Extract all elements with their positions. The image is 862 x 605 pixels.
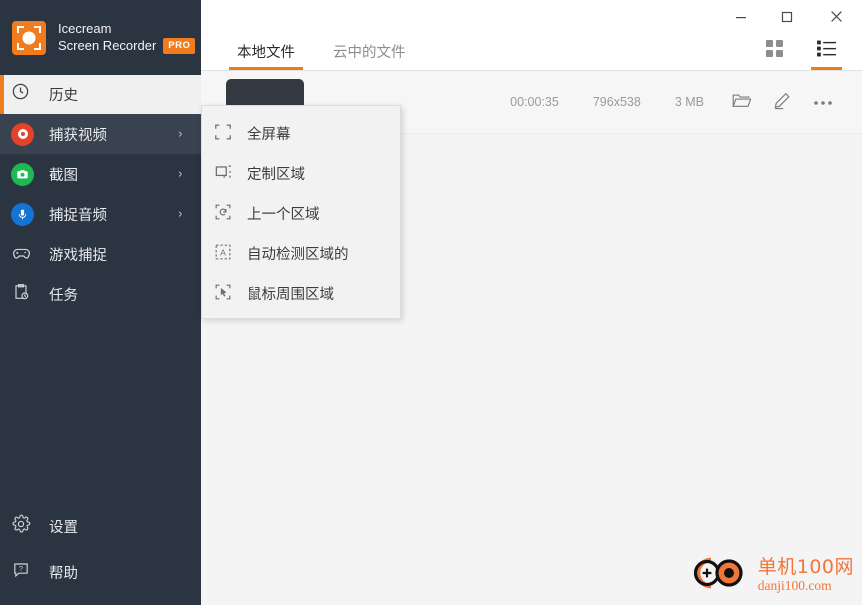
chevron-right-icon: ›: [177, 206, 183, 222]
app-logo-icon: [12, 20, 46, 55]
menu-item-label: 上一个区域: [247, 206, 320, 223]
list-view-button[interactable]: [811, 32, 842, 70]
folder-icon: [732, 92, 752, 112]
sidebar-item-label: 设置: [49, 519, 78, 536]
sidebar: Icecream Screen Recorder PRO 历史 捕获视频 › 截…: [0, 0, 201, 605]
tab-label: 本地文件: [237, 44, 295, 61]
app-window: Icecream Screen Recorder PRO 历史 捕获视频 › 截…: [0, 0, 862, 605]
file-metadata: 00:00:35 796x538 3 MB: [493, 92, 844, 113]
sidebar-item-label: 游戏捕捉: [49, 247, 107, 264]
chevron-right-icon: ›: [177, 126, 183, 142]
minimize-button[interactable]: [718, 0, 764, 33]
menu-item-custom-area[interactable]: 定制区域: [202, 153, 400, 193]
more-dots-icon: [813, 95, 833, 109]
auto-detect-area-icon: A: [214, 243, 234, 263]
tab-cloud-files[interactable]: 云中的文件: [319, 32, 420, 70]
sidebar-item-help[interactable]: ? 帮助: [0, 549, 201, 595]
tab-label: 云中的文件: [333, 44, 406, 61]
brand: Icecream Screen Recorder PRO: [0, 0, 201, 75]
gear-icon: [11, 514, 36, 539]
menu-item-label: 鼠标周围区域: [247, 286, 334, 303]
sidebar-item-capture-video[interactable]: 捕获视频 ›: [0, 114, 201, 154]
capture-video-submenu: 全屏幕 定制区域 上一个区域 A 自动检测区域的 鼠标周围区域: [201, 105, 401, 319]
pencil-icon: [773, 92, 791, 113]
watermark-logo-icon: [681, 552, 753, 599]
view-toggle-group: [760, 32, 842, 70]
edit-button[interactable]: [762, 92, 802, 113]
sidebar-item-capture-audio[interactable]: 捕捉音频 ›: [0, 194, 201, 234]
fullscreen-brackets-icon: [214, 123, 234, 143]
clock-icon: [11, 82, 36, 107]
clipboard-clock-icon: [11, 282, 36, 307]
custom-area-icon: [214, 163, 234, 183]
list-icon: [817, 40, 836, 62]
sidebar-item-label: 帮助: [49, 565, 78, 582]
sidebar-item-label: 截图: [49, 167, 78, 184]
close-button[interactable]: [810, 0, 862, 33]
sidebar-item-label: 捕获视频: [49, 127, 107, 144]
help-balloon-icon: ?: [11, 560, 36, 585]
sidebar-item-tasks[interactable]: 任务: [0, 274, 201, 314]
tab-bar: 本地文件 云中的文件: [201, 33, 862, 71]
watermark-line-2: danji100.com: [757, 578, 832, 594]
menu-item-last-area[interactable]: 上一个区域: [202, 193, 400, 233]
pro-badge: PRO: [163, 37, 196, 54]
grid-icon: [766, 40, 783, 62]
watermark: 单机100网 danji100.com: [681, 552, 854, 599]
grid-view-button[interactable]: [760, 32, 789, 70]
more-options-button[interactable]: [802, 95, 844, 109]
menu-item-label: 全屏幕: [247, 126, 291, 143]
microphone-circle-icon: [11, 202, 36, 227]
tab-local-files[interactable]: 本地文件: [223, 32, 309, 70]
sidebar-item-screenshot[interactable]: 截图 ›: [0, 154, 201, 194]
chevron-right-icon: ›: [177, 166, 183, 182]
menu-item-label: 自动检测区域的: [247, 246, 349, 263]
sidebar-item-game-capture[interactable]: 游戏捕捉: [0, 234, 201, 274]
brand-line-2: Screen Recorder: [58, 37, 157, 53]
maximize-button[interactable]: [764, 0, 810, 33]
open-folder-button[interactable]: [721, 92, 762, 112]
menu-item-area-around-mouse[interactable]: 鼠标周围区域: [202, 273, 400, 313]
sidebar-item-label: 历史: [49, 88, 78, 104]
brand-line-1: Icecream: [58, 20, 112, 36]
window-controls: [718, 0, 862, 33]
sidebar-item-settings[interactable]: 设置: [0, 503, 201, 549]
gamepad-icon: [11, 242, 36, 267]
file-size: 3 MB: [674, 95, 704, 109]
sidebar-bottom-nav: 设置 ? 帮助: [0, 503, 201, 605]
last-area-refresh-icon: [214, 203, 234, 223]
record-circle-icon: [11, 122, 36, 147]
menu-item-label: 定制区域: [247, 166, 305, 183]
menu-item-auto-detect-area[interactable]: A 自动检测区域的: [202, 233, 400, 273]
file-resolution: 796x538: [592, 95, 641, 109]
svg-text:A: A: [220, 248, 226, 258]
camera-circle-icon: [11, 162, 36, 187]
menu-item-fullscreen[interactable]: 全屏幕: [202, 113, 400, 153]
sidebar-item-label: 任务: [49, 287, 78, 304]
area-around-mouse-icon: [214, 283, 234, 303]
sidebar-item-history[interactable]: 历史: [0, 75, 201, 114]
file-duration: 00:00:35: [510, 95, 559, 109]
watermark-line-1: 单机100网: [757, 556, 854, 579]
title-bar: [201, 0, 862, 33]
sidebar-item-label: 捕捉音频: [49, 207, 107, 224]
svg-text:?: ?: [19, 565, 23, 573]
